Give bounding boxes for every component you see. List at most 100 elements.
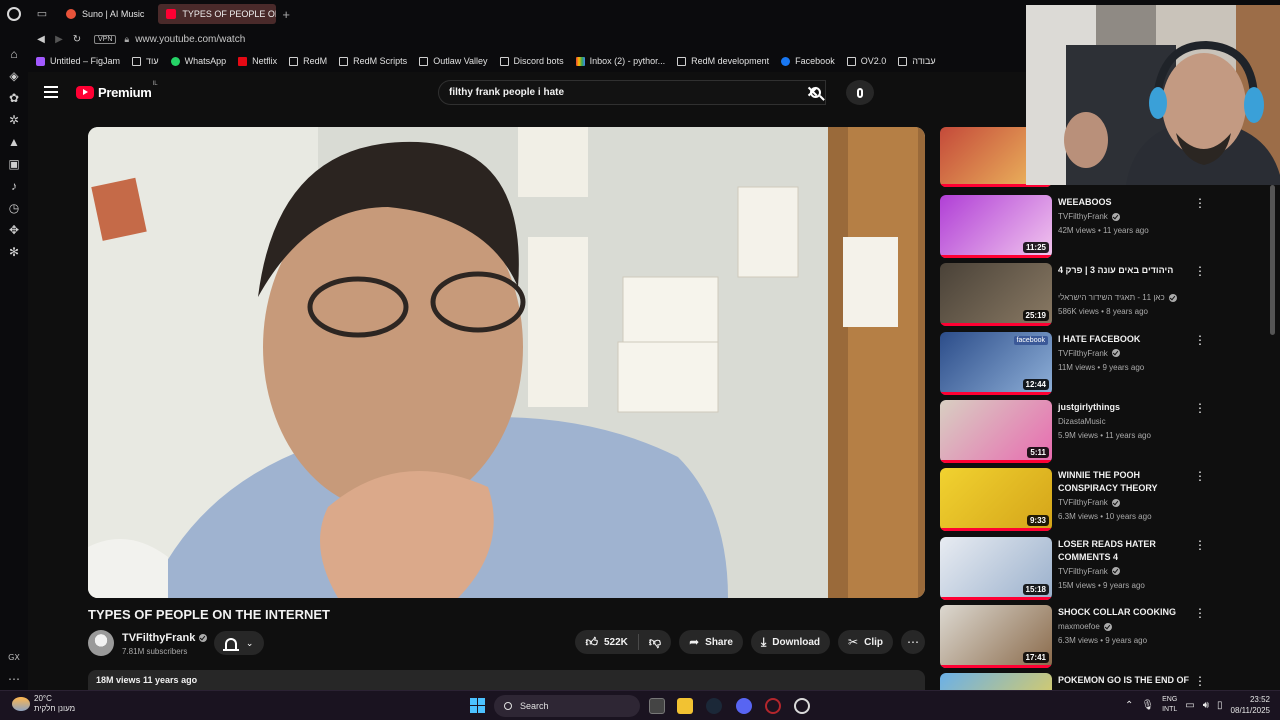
bookmark-folder[interactable]: RedM Scripts bbox=[339, 56, 407, 66]
share-button[interactable]: ➦ Share bbox=[679, 630, 743, 654]
recommendation-thumbnail[interactable] bbox=[940, 673, 1052, 690]
recommendation-channel[interactable]: maxmoefoe bbox=[1058, 620, 1208, 633]
extensions-icon[interactable]: ✥ bbox=[7, 223, 21, 237]
recommendation-channel[interactable]: TVFilthyFrank bbox=[1058, 496, 1208, 509]
notification-bell-button[interactable]: ⌄ bbox=[214, 631, 264, 655]
more-actions-button[interactable]: ⋯ bbox=[901, 630, 925, 654]
recommendation-title[interactable]: justgirlythings bbox=[1058, 401, 1198, 414]
more-options-icon[interactable]: ⋮ bbox=[1194, 264, 1206, 278]
bookmark-facebook[interactable]: Facebook bbox=[781, 56, 835, 66]
back-icon[interactable]: ◀ bbox=[32, 34, 50, 45]
bookmark-folder[interactable]: עוד bbox=[132, 56, 159, 66]
clock[interactable]: 23:52 08/11/2025 bbox=[1231, 694, 1270, 716]
recommendation-thumbnail[interactable]: 25:19 bbox=[940, 263, 1052, 327]
more-options-icon[interactable]: ⋮ bbox=[1194, 538, 1206, 552]
recommendation-item[interactable]: 15:18 LOSER READS HATER COMMENTS 4 TVFilth… bbox=[940, 536, 1220, 601]
gx-cleaner-icon[interactable]: ✿ bbox=[7, 91, 21, 105]
dislike-button[interactable]: 👎︎ bbox=[639, 630, 671, 654]
tab-menu-icon[interactable]: ▭ bbox=[32, 7, 52, 21]
recommendation-title[interactable]: היהודים באים עונה 3 | פרק 4 bbox=[1058, 264, 1198, 277]
network-icon[interactable]: ▭ bbox=[1185, 700, 1194, 711]
more-options-icon[interactable]: ⋮ bbox=[1194, 606, 1206, 620]
recommendation-item[interactable]: 25:19 היהודים באים עונה 3 | פרק 4 כאן 11 -… bbox=[940, 263, 1220, 327]
recommendation-title[interactable]: WEEABOOS bbox=[1058, 196, 1198, 209]
volume-icon[interactable]: 🔊︎ bbox=[1203, 700, 1209, 711]
recommendation-thumbnail[interactable]: 11:25 bbox=[940, 195, 1052, 258]
bookmark-figjam[interactable]: Untitled – FigJam bbox=[36, 56, 120, 66]
more-options-icon[interactable]: ⋮ bbox=[1194, 469, 1206, 483]
microphone-icon[interactable]: 🎙︎ bbox=[1141, 700, 1154, 711]
recommendation-title[interactable]: I HATE FACEBOOK bbox=[1058, 333, 1198, 346]
description-box[interactable]: 18M views 11 years ago bbox=[88, 670, 925, 690]
recommendation-channel[interactable]: TVFilthyFrank bbox=[1058, 565, 1208, 578]
twitch-icon[interactable]: ▣ bbox=[7, 157, 21, 171]
video-player[interactable] bbox=[88, 127, 925, 598]
forward-icon[interactable]: ▶ bbox=[50, 34, 68, 45]
more-options-icon[interactable]: ⋮ bbox=[1194, 196, 1206, 210]
home-icon[interactable]: ⌂ bbox=[7, 47, 21, 61]
bookmark-gmail[interactable]: Inbox (2) - pythor... bbox=[575, 56, 665, 66]
discord-icon[interactable] bbox=[736, 698, 752, 714]
channel-avatar[interactable] bbox=[88, 630, 114, 656]
chevron-up-icon[interactable]: ⌃ bbox=[1125, 700, 1133, 711]
tab-youtube-active[interactable]: TYPES OF PEOPLE ON THE INTERNET bbox=[158, 4, 277, 24]
new-tab-button[interactable]: + bbox=[282, 7, 290, 22]
youtube-logo[interactable]: Premium IL bbox=[76, 81, 158, 100]
recommendation-title[interactable]: SHOCK COLLAR COOKING bbox=[1058, 606, 1198, 619]
recommendation-item[interactable]: 9:33 WINNIE THE POOH CONSPIRACY THEORY TVF… bbox=[940, 468, 1220, 532]
recommendation-thumbnail[interactable]: 5:11 bbox=[940, 399, 1052, 463]
bookmark-folder[interactable]: עבודה bbox=[898, 56, 936, 66]
recommendation-title[interactable]: WINNIE THE POOH CONSPIRACY THEORY bbox=[1058, 469, 1198, 495]
bookmark-folder[interactable]: RedM development bbox=[677, 56, 769, 66]
bookmark-folder[interactable]: OV2.0 bbox=[846, 56, 886, 66]
recommendation-thumbnail[interactable]: 15:18 bbox=[940, 536, 1052, 600]
gx-control-icon[interactable]: ◈ bbox=[7, 69, 21, 83]
recommendation-title[interactable]: POKEMON GO IS THE END OF bbox=[1058, 674, 1198, 687]
steam-icon[interactable] bbox=[706, 698, 722, 714]
clip-button[interactable]: ✂ Clip bbox=[838, 630, 893, 654]
language-indicator[interactable]: ENG INTL bbox=[1162, 695, 1177, 715]
vpn-badge[interactable]: VPN bbox=[94, 34, 117, 44]
recommendation-title[interactable]: LOSER READS HATER COMMENTS 4 bbox=[1058, 538, 1198, 564]
battery-icon[interactable]: ▯ bbox=[1217, 700, 1223, 711]
recommendation-item[interactable]: POKEMON GO IS THE END OF ⋮ bbox=[940, 673, 1220, 690]
menu-icon[interactable] bbox=[44, 86, 58, 98]
recommendation-thumbnail[interactable]: facebook 12:44 bbox=[940, 331, 1052, 395]
opera-logo-icon[interactable] bbox=[7, 7, 21, 21]
channel-name[interactable]: TVFilthyFrank bbox=[122, 632, 208, 644]
more-options-icon[interactable]: ⋮ bbox=[1194, 333, 1206, 347]
lock-icon[interactable]: 🔒︎ bbox=[124, 34, 129, 45]
recommendation-channel[interactable]: DizastaMusic bbox=[1058, 415, 1208, 428]
like-button[interactable]: 👍︎ 522K bbox=[575, 630, 637, 654]
recommendation-channel[interactable]: TVFilthyFrank bbox=[1058, 210, 1208, 223]
weather-widget[interactable]: 20°C מעונן חלקית bbox=[12, 694, 75, 714]
task-view-icon[interactable] bbox=[649, 698, 665, 714]
recommendation-item[interactable]: 5:11 justgirlythings DizastaMusic 5.9M view… bbox=[940, 399, 1220, 464]
more-options-icon[interactable]: ⋮ bbox=[1194, 674, 1206, 688]
history-icon[interactable]: ◷ bbox=[7, 201, 21, 215]
more-icon[interactable]: ⋯ bbox=[8, 672, 20, 686]
start-button[interactable] bbox=[470, 698, 485, 713]
search-button[interactable] bbox=[802, 80, 829, 105]
tab-suno[interactable]: Suno | AI Music bbox=[58, 4, 152, 24]
voice-search-button[interactable] bbox=[846, 80, 874, 105]
taskbar-search[interactable]: Search bbox=[494, 695, 640, 717]
url-field[interactable]: www.youtube.com/watch bbox=[135, 34, 245, 45]
arrow-up-icon[interactable]: ▲ bbox=[7, 135, 21, 149]
file-explorer-icon[interactable] bbox=[677, 698, 693, 714]
reload-icon[interactable]: ↻ bbox=[68, 34, 86, 45]
chrome-icon[interactable] bbox=[794, 698, 810, 714]
recommendation-thumbnail[interactable]: 9:33 bbox=[940, 468, 1052, 532]
scrollbar[interactable] bbox=[1270, 185, 1275, 335]
more-options-icon[interactable]: ⋮ bbox=[1194, 401, 1206, 415]
recommendation-thumbnail[interactable]: 17:41 bbox=[940, 604, 1052, 668]
bookmark-folder[interactable]: RedM bbox=[289, 56, 327, 66]
bookmark-folder[interactable]: Outlaw Valley bbox=[419, 56, 488, 66]
recommendation-item[interactable]: 11:25 WEEABOOS TVFilthyFrank 42M views • 11… bbox=[940, 195, 1220, 259]
search-input[interactable]: filthy frank people i hate ✕ bbox=[438, 80, 826, 105]
bookmark-folder[interactable]: Discord bots bbox=[499, 56, 564, 66]
settings-icon[interactable]: ✻ bbox=[7, 245, 21, 259]
recommendation-channel[interactable]: כאן 11 - תאגיד השידור הישראלי bbox=[1058, 291, 1208, 304]
download-button[interactable]: ⤓ Download bbox=[750, 630, 831, 654]
gx-corner-icon[interactable]: ✲ bbox=[7, 113, 21, 127]
